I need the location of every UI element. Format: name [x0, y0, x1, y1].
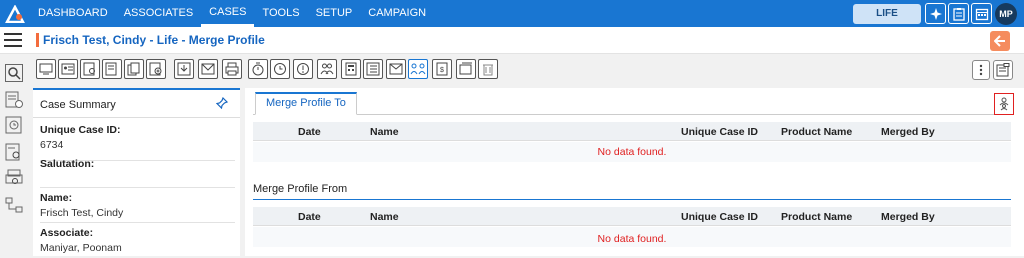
field-associate: Associate: Maniyar, Poonam	[40, 227, 235, 258]
print-icon[interactable]	[222, 59, 242, 79]
avatar[interactable]: MP	[995, 3, 1017, 25]
search-icon[interactable]	[3, 62, 24, 83]
calendar-icon[interactable]	[971, 3, 992, 24]
pin-icon[interactable]	[215, 96, 229, 112]
tab-divider	[253, 114, 1013, 115]
doc-search-icon[interactable]	[80, 59, 100, 79]
merge-profile-panel: Merge Profile To Date Name Unique Case I…	[245, 88, 1024, 256]
page-title: Frisch Test, Cindy - Life - Merge Profil…	[36, 33, 265, 47]
notes-panel-icon[interactable]	[993, 60, 1013, 80]
field-value: 6734	[40, 139, 64, 151]
column-header[interactable]: Merged By	[881, 126, 935, 138]
field-label: Associate:	[40, 227, 94, 239]
nav-cases[interactable]: CASES	[201, 0, 255, 27]
hierarchy-icon[interactable]	[3, 194, 24, 215]
history-icon[interactable]	[3, 114, 24, 135]
more-options-icon[interactable]	[972, 60, 990, 80]
section-merge-profile-from: Merge Profile From	[253, 183, 348, 195]
merge-profile-icon[interactable]	[408, 59, 428, 79]
clock-icon[interactable]	[270, 59, 290, 79]
document-stack-icon[interactable]	[456, 59, 476, 79]
app-logo-icon[interactable]	[0, 0, 30, 27]
case-summary-panel: Case Summary Unique Case ID: 6734 Saluta…	[33, 88, 240, 256]
calculator-icon[interactable]	[341, 59, 361, 79]
menu-icon[interactable]	[4, 33, 22, 47]
clock-alert-icon[interactable]	[293, 59, 313, 79]
field-unique-case-id: Unique Case ID: 6734	[40, 124, 235, 161]
column-header[interactable]: Unique Case ID	[681, 211, 758, 223]
sparkle-icon[interactable]	[925, 3, 946, 24]
field-label: Salutation:	[40, 158, 95, 170]
column-header[interactable]: Date	[298, 126, 321, 138]
field-value: Frisch Test, Cindy	[40, 207, 124, 219]
merge-users-icon	[999, 97, 1009, 111]
svg-text:$: $	[440, 67, 444, 74]
column-header[interactable]: Merged By	[881, 211, 935, 223]
tab-merge-profile-to[interactable]: Merge Profile To	[255, 92, 357, 115]
title-bar: Frisch Test, Cindy - Life - Merge Profil…	[0, 27, 1024, 54]
merge-to-no-data: No data found.	[597, 146, 667, 158]
merge-to-table-header: Date Name Unique Case ID Product Name Me…	[253, 122, 1011, 141]
case-summary-header: Case Summary	[33, 90, 240, 118]
field-name: Name: Frisch Test, Cindy	[40, 192, 235, 223]
back-button[interactable]	[990, 31, 1010, 51]
timer-icon[interactable]	[248, 59, 268, 79]
field-label: Unique Case ID:	[40, 124, 121, 136]
case-summary-title: Case Summary	[40, 99, 116, 111]
left-rail	[0, 54, 28, 256]
nav-associates[interactable]: ASSOCIATES	[116, 0, 201, 27]
column-header[interactable]: Product Name	[781, 126, 852, 138]
print-preview-icon[interactable]	[3, 167, 24, 188]
nav-tools[interactable]: TOOLS	[254, 0, 307, 27]
merge-from-no-data: No data found.	[597, 233, 667, 245]
column-header[interactable]: Product Name	[781, 211, 852, 223]
field-salutation: Salutation:	[40, 158, 235, 188]
id-card-icon[interactable]	[58, 59, 78, 79]
column-header[interactable]: Date	[298, 211, 321, 223]
users-icon[interactable]	[317, 59, 337, 79]
product-badge[interactable]: LIFE	[853, 4, 921, 24]
mail-check-icon[interactable]	[386, 59, 406, 79]
document-search-icon[interactable]	[3, 141, 24, 162]
add-doc-icon[interactable]	[146, 59, 166, 79]
action-toolbar: $	[28, 54, 1024, 87]
doc-edit-icon[interactable]	[102, 59, 122, 79]
column-header[interactable]: Name	[370, 211, 399, 223]
add-note-icon[interactable]	[3, 89, 24, 110]
nav-campaign[interactable]: CAMPAIGN	[360, 0, 434, 27]
invoice-icon[interactable]: $	[432, 59, 452, 79]
trash-icon[interactable]	[478, 59, 498, 79]
checklist-icon[interactable]	[363, 59, 383, 79]
email-icon[interactable]	[198, 59, 218, 79]
column-header[interactable]: Name	[370, 126, 399, 138]
arrow-left-icon	[994, 35, 1005, 47]
field-label: Name:	[40, 192, 73, 204]
merge-from-table-header: Date Name Unique Case ID Product Name Me…	[253, 207, 1011, 226]
field-value: Maniyar, Poonam	[40, 242, 122, 254]
merge-action-button[interactable]	[994, 93, 1014, 115]
nav-setup[interactable]: SETUP	[308, 0, 361, 27]
column-header[interactable]: Unique Case ID	[681, 126, 758, 138]
download-icon[interactable]	[174, 59, 194, 79]
monitor-icon[interactable]	[36, 59, 56, 79]
clipboard-icon[interactable]	[948, 3, 969, 24]
nav-dashboard[interactable]: DASHBOARD	[30, 0, 116, 27]
section-divider	[253, 199, 1011, 200]
copy-icon[interactable]	[124, 59, 144, 79]
